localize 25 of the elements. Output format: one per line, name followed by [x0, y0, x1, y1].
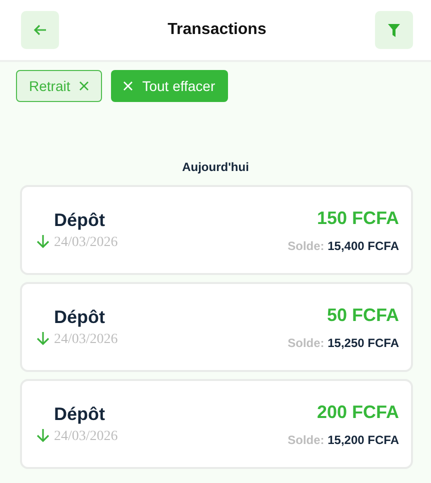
down-arrow-icon — [36, 331, 50, 345]
balance-text: Solde: 15,200 FCFA — [288, 432, 399, 446]
close-icon — [123, 81, 134, 91]
transaction-date: 24/03/2026 — [54, 428, 119, 444]
filter-icon — [388, 24, 400, 36]
transaction-amount: 150 FCFA — [316, 208, 399, 228]
back-arrow-icon — [33, 24, 47, 36]
transaction-type: Dépôt — [54, 210, 106, 230]
down-arrow-icon — [36, 234, 50, 248]
transaction-type: Dépôt — [54, 404, 106, 424]
filter-chip[interactable]: Retrait — [16, 70, 102, 102]
transaction-date: 24/03/2026 — [54, 234, 119, 250]
back-button[interactable] — [21, 11, 59, 49]
down-arrow-icon — [36, 428, 50, 442]
page-title: Transactions — [168, 21, 266, 39]
balance-text: Solde: 15,400 FCFA — [288, 238, 399, 252]
transaction-type: Dépôt — [54, 306, 106, 328]
filter-button[interactable] — [374, 11, 413, 49]
transaction-amount: 50 FCFA — [326, 304, 399, 326]
transaction-date: 24/03/2026 — [54, 332, 119, 348]
close-icon — [79, 81, 90, 91]
balance-text: Solde: 15,250 FCFA — [288, 336, 399, 350]
transaction-amount: 200 FCFA — [316, 402, 399, 422]
section-heading: Aujourd'hui — [182, 160, 249, 174]
clear-all-button[interactable]: Tout effacer — [111, 70, 228, 102]
